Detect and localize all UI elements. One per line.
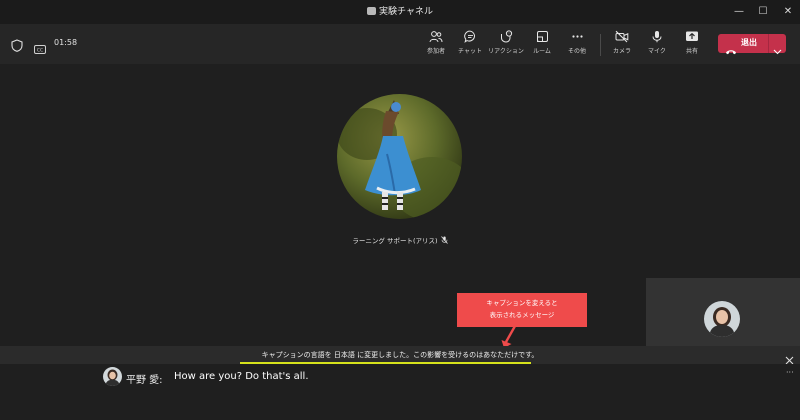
hang-up-icon — [725, 40, 737, 59]
share-button[interactable]: 共有 — [674, 30, 710, 55]
participant-name: ラーニング サポート(アリス) — [0, 235, 800, 245]
caption-speaker: 平野 愛: — [126, 375, 163, 386]
mic-button[interactable]: マイク — [639, 30, 675, 55]
self-avatar — [704, 301, 740, 337]
mic-label: マイク — [648, 48, 666, 55]
participant-avatar — [337, 94, 462, 219]
participants-button[interactable]: 参加者 — [418, 30, 454, 55]
caption-text: How are you? Do that's all. — [174, 371, 309, 382]
leave-divider — [768, 34, 769, 53]
annotation-line-1: キャプションを変えると — [486, 299, 558, 307]
chat-label: チャット — [458, 48, 482, 55]
mic-off-icon — [440, 236, 448, 244]
participant-name-text: ラーニング サポート(アリス) — [352, 237, 438, 245]
share-icon — [686, 31, 698, 41]
annotation-line-2: 表示されるメッセージ — [489, 311, 555, 319]
self-view-tile[interactable] — [646, 278, 800, 346]
chat-icon — [463, 30, 475, 43]
toolbar-divider — [600, 34, 601, 56]
reaction-icon — [501, 30, 513, 43]
reaction-label: リアクション — [488, 48, 524, 55]
live-caption: 平野 愛: How are you? Do that's all. ··· — [0, 364, 800, 420]
rooms-button[interactable]: ルーム — [524, 30, 560, 55]
mic-icon — [652, 31, 662, 43]
chat-button[interactable]: チャット — [452, 30, 488, 55]
svg-text:CC: CC — [37, 47, 43, 53]
window-title: 実験チャネル — [0, 0, 800, 24]
close-window-button[interactable]: ✕ — [776, 0, 800, 24]
participants-label: 参加者 — [426, 48, 445, 55]
window-title-text: 実験チャネル — [379, 7, 433, 17]
shield-icon[interactable] — [11, 37, 23, 56]
leave-label: 退出 — [741, 38, 757, 47]
meeting-toolbar: CC 01:58 参加者 チャット リアクション ルーム その他 カメラ マイク… — [0, 24, 800, 64]
leave-button[interactable]: 退出 — [718, 34, 786, 55]
more-icon — [571, 35, 583, 38]
more-label: その他 — [567, 48, 586, 55]
caption-more-button[interactable]: ··· — [786, 368, 794, 377]
title-bar: 実験チャネル — ☐ ✕ — [0, 0, 800, 24]
speaker-avatar — [103, 367, 122, 386]
minimize-button[interactable]: — — [727, 0, 751, 24]
camera-button[interactable]: カメラ — [604, 30, 640, 55]
people-icon — [429, 31, 443, 43]
call-timer: 01:58 — [54, 38, 78, 47]
cc-icon[interactable]: CC — [34, 39, 46, 58]
more-button[interactable]: その他 — [559, 30, 595, 55]
chevron-down-icon[interactable] — [773, 40, 782, 59]
camera-label: カメラ — [612, 48, 631, 55]
reaction-button[interactable]: リアクション — [488, 30, 524, 55]
rooms-icon — [536, 31, 548, 42]
rooms-label: ルーム — [533, 48, 551, 55]
maximize-button[interactable]: ☐ — [751, 0, 775, 24]
app-icon — [367, 7, 377, 15]
share-label: 共有 — [685, 48, 698, 55]
annotation-callout: キャプションを変えると 表示されるメッセージ — [457, 293, 587, 327]
notification-message: キャプションの言語を 日本語 に変更しました。この影響を受けるのはあなただけです… — [261, 351, 539, 359]
camera-off-icon — [615, 30, 629, 43]
